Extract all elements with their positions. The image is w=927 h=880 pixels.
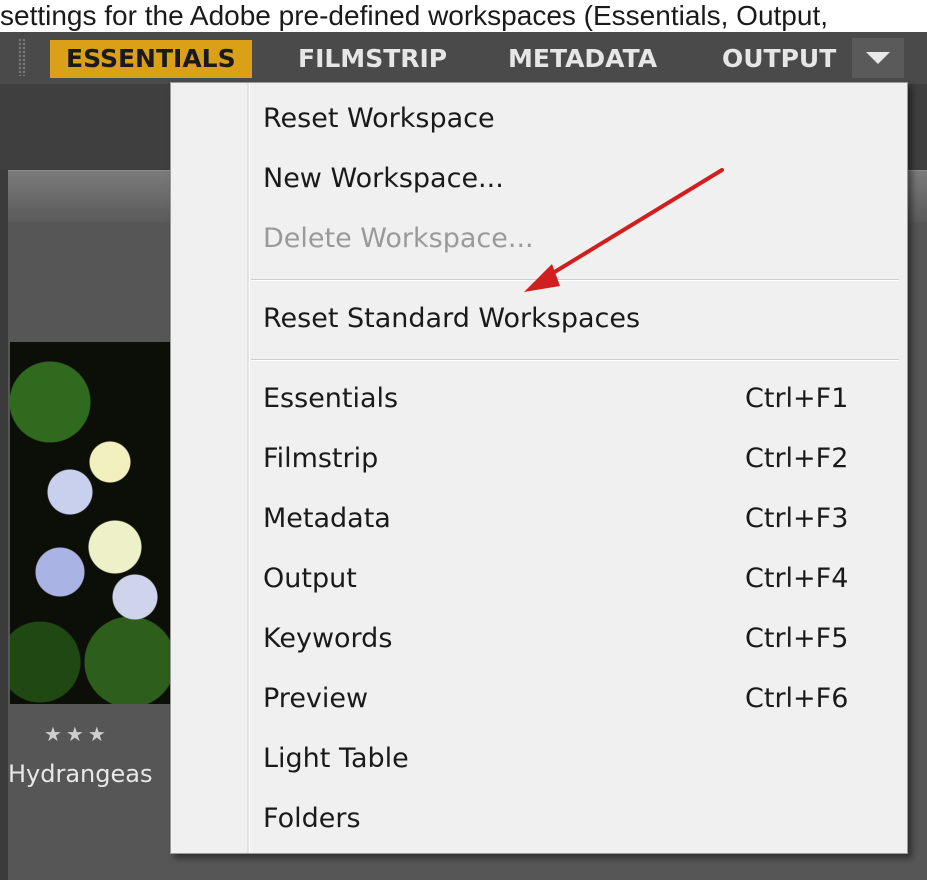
tab-filmstrip[interactable]: FILMSTRIP bbox=[298, 40, 447, 78]
thumbnail-rating[interactable]: ★★★ bbox=[44, 722, 110, 746]
caption-text: settings for the Adobe pre-defined works… bbox=[0, 0, 927, 32]
tab-essentials[interactable]: ESSENTIALS bbox=[50, 40, 252, 78]
triangle-down-icon bbox=[866, 52, 890, 64]
thumbnail-image[interactable] bbox=[10, 342, 170, 704]
menu-item-filmstrip[interactable]: Filmstrip bbox=[263, 437, 378, 481]
menu-item-folders[interactable]: Folders bbox=[263, 797, 361, 841]
menu-item-keywords[interactable]: Keywords bbox=[263, 617, 392, 661]
drag-grip[interactable] bbox=[18, 38, 26, 76]
workspace-dropdown-button[interactable] bbox=[852, 38, 904, 78]
menu-item-reset-standard-workspaces[interactable]: Reset Standard Workspaces bbox=[263, 297, 640, 341]
shortcut-essentials: Ctrl+F1 bbox=[745, 383, 849, 414]
shortcut-output: Ctrl+F4 bbox=[745, 563, 849, 594]
shortcut-metadata: Ctrl+F3 bbox=[745, 503, 849, 534]
menu-item-new-workspace[interactable]: New Workspace... bbox=[263, 157, 504, 201]
menu-item-output[interactable]: Output bbox=[263, 557, 357, 601]
menu-item-essentials[interactable]: Essentials bbox=[263, 377, 398, 421]
menu-item-preview[interactable]: Preview bbox=[263, 677, 368, 721]
workspace-bar: ESSENTIALS FILMSTRIP METADATA OUTPUT bbox=[0, 32, 927, 85]
menu-item-metadata[interactable]: Metadata bbox=[263, 497, 391, 541]
tab-metadata[interactable]: METADATA bbox=[508, 40, 657, 78]
shortcut-filmstrip: Ctrl+F2 bbox=[745, 443, 849, 474]
shortcut-keywords: Ctrl+F5 bbox=[745, 623, 849, 654]
menu-item-delete-workspace: Delete Workspace... bbox=[263, 223, 534, 254]
tab-output[interactable]: OUTPUT bbox=[722, 40, 836, 78]
menu-icon-gutter bbox=[247, 83, 250, 853]
workspace-menu: Reset Workspace New Workspace... Delete … bbox=[170, 82, 908, 854]
shortcut-preview: Ctrl+F6 bbox=[745, 683, 849, 714]
menu-separator bbox=[251, 359, 899, 361]
menu-separator bbox=[251, 279, 899, 281]
caption-label: settings for the Adobe pre-defined works… bbox=[0, 0, 829, 31]
menu-item-reset-workspace[interactable]: Reset Workspace bbox=[263, 97, 495, 141]
menu-item-light-table[interactable]: Light Table bbox=[263, 737, 409, 781]
thumbnail-label: Hydrangeas bbox=[8, 760, 153, 788]
